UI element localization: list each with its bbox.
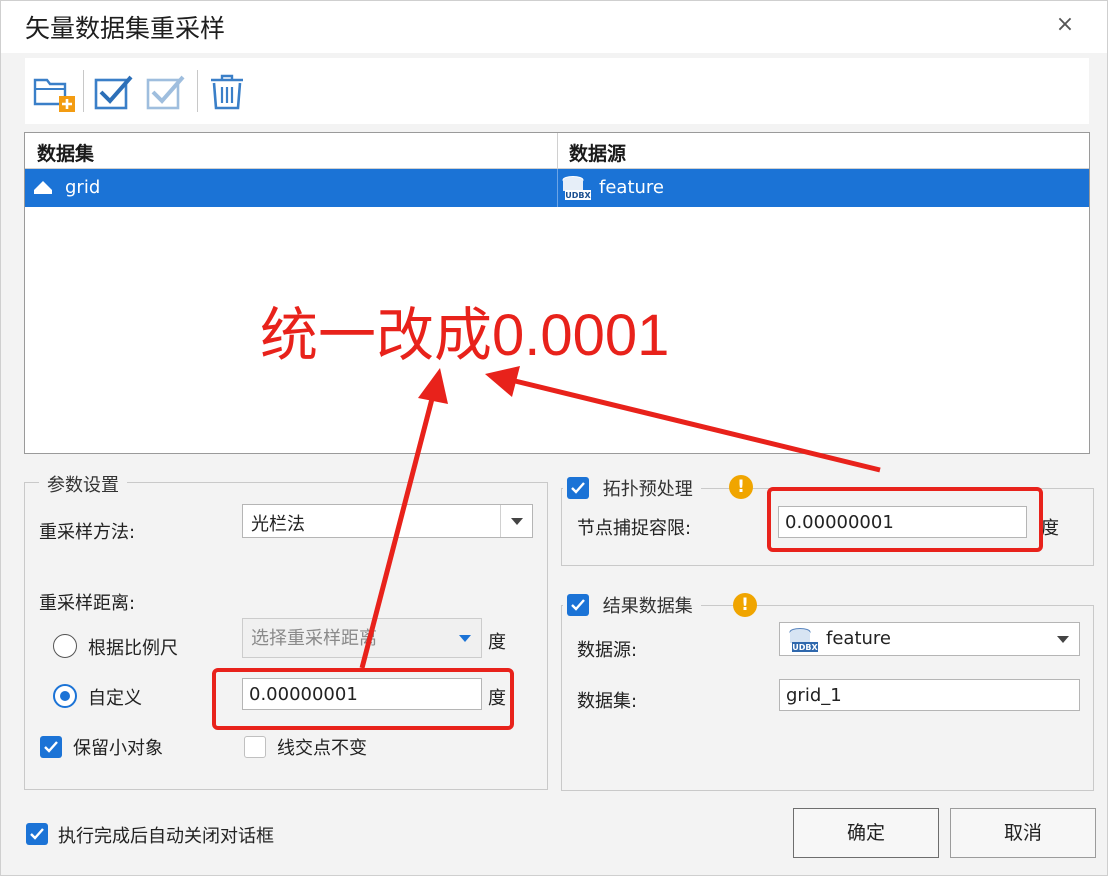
cell-divider — [557, 169, 558, 207]
result-datasource-dropdown-button[interactable] — [1047, 623, 1079, 655]
scale-unit-label: 度 — [488, 632, 506, 653]
auto-close-label[interactable]: 执行完成后自动关闭对话框 — [58, 822, 274, 848]
checkmark-icon — [30, 828, 44, 840]
result-legend-wrap: 结果数据集 — [563, 592, 701, 618]
select-inverse-button[interactable] — [143, 70, 189, 114]
distance-label: 重采样距离: — [39, 593, 136, 614]
select-all-button[interactable] — [91, 70, 137, 114]
by-scale-label[interactable]: 根据比例尺 — [88, 634, 178, 660]
close-button[interactable]: × — [1047, 9, 1083, 41]
udbx-datasource-icon: UDBX — [562, 176, 591, 200]
keep-intersections-label[interactable]: 线交点不变 — [277, 734, 367, 760]
scale-distance-select: 选择重采样距离 — [242, 618, 482, 658]
select-all-icon — [94, 75, 133, 110]
toolbar-separator — [83, 70, 84, 112]
topology-checkbox[interactable] — [567, 477, 589, 499]
svg-text:UDBX: UDBX — [565, 191, 591, 200]
cell-datasource: feature — [599, 177, 664, 198]
delete-button[interactable] — [205, 70, 251, 114]
chevron-down-icon — [1057, 636, 1069, 643]
auto-close-checkbox[interactable] — [26, 823, 48, 845]
method-dropdown-button[interactable] — [500, 505, 532, 537]
scale-dropdown-button — [449, 619, 481, 651]
tolerance-unit-label: 度 — [1041, 518, 1059, 539]
keep-intersections-checkbox[interactable] — [244, 736, 266, 758]
method-label: 重采样方法: — [39, 522, 136, 543]
keep-small-checkbox[interactable] — [40, 736, 62, 758]
grid-header: 数据集 数据源 — [25, 133, 1089, 169]
udbx-datasource-icon: UDBX — [789, 628, 818, 652]
title-bar: 矢量数据集重采样 × — [1, 1, 1107, 53]
checkmark-icon — [44, 741, 58, 753]
result-checkbox[interactable] — [567, 594, 589, 616]
add-dataset-button[interactable] — [31, 70, 77, 114]
result-datasource-label: 数据源: — [577, 640, 638, 661]
toolbar — [25, 58, 1089, 124]
annotation-text: 统一改成0.0001 — [260, 303, 670, 368]
add-folder-icon — [33, 78, 75, 112]
annotation-box-distance — [212, 668, 514, 730]
scale-placeholder: 选择重采样距离 — [251, 628, 377, 649]
checkmark-icon — [571, 482, 585, 494]
checkmark-icon — [571, 599, 585, 611]
topology-legend[interactable]: 拓扑预处理 — [603, 479, 693, 500]
column-header-dataset[interactable]: 数据集 — [37, 139, 94, 166]
by-scale-radio[interactable] — [53, 634, 77, 658]
table-row[interactable]: grid UDBX feature — [25, 169, 1089, 207]
dialog-title: 矢量数据集重采样 — [25, 14, 226, 43]
svg-text:UDBX: UDBX — [792, 643, 818, 652]
result-dataset-label: 数据集: — [577, 691, 638, 712]
delete-icon — [211, 74, 243, 110]
resample-dialog: 矢量数据集重采样 × 数据集 数据源 grid UDBX feature 参数设… — [0, 0, 1108, 876]
keep-small-label[interactable]: 保留小对象 — [73, 734, 163, 760]
annotation-box-tolerance — [767, 487, 1043, 552]
column-divider[interactable] — [557, 133, 558, 169]
custom-label[interactable]: 自定义 — [88, 684, 142, 710]
cancel-button[interactable]: 取消 — [950, 808, 1096, 858]
toolbar-separator — [197, 70, 198, 112]
chevron-down-icon — [511, 518, 523, 525]
method-select[interactable]: 光栏法 — [242, 504, 533, 538]
ok-button[interactable]: 确定 — [793, 808, 939, 858]
custom-radio[interactable] — [53, 684, 77, 708]
result-dataset-input[interactable] — [779, 679, 1080, 711]
region-dataset-icon — [34, 181, 52, 194]
select-inverse-icon — [146, 75, 185, 110]
close-icon: × — [1055, 12, 1075, 37]
result-datasource-select[interactable]: UDBX feature — [779, 622, 1080, 656]
result-legend[interactable]: 结果数据集 — [603, 596, 693, 617]
method-value: 光栏法 — [251, 514, 305, 535]
topology-legend-wrap: 拓扑预处理 — [563, 475, 701, 501]
result-datasource-value: feature — [826, 628, 891, 649]
params-legend: 参数设置 — [39, 471, 127, 497]
warning-icon: ! — [733, 593, 757, 617]
tolerance-label: 节点捕捉容限: — [577, 518, 692, 539]
warning-icon: ! — [729, 475, 753, 499]
column-header-datasource[interactable]: 数据源 — [569, 139, 626, 166]
cell-dataset: grid — [65, 177, 101, 198]
chevron-down-icon — [459, 635, 471, 642]
